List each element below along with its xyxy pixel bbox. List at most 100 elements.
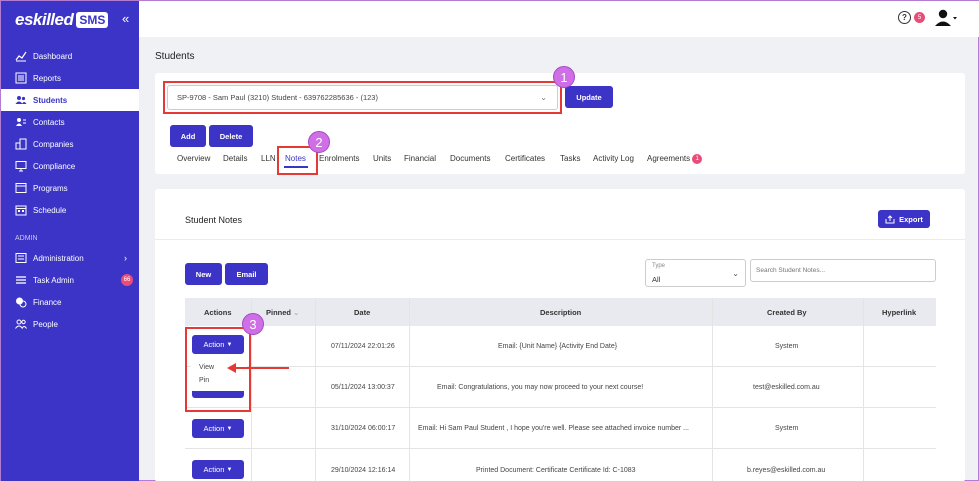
calendar-icon: [15, 204, 27, 216]
sidebar-item-label: Administration: [33, 253, 84, 263]
logo-text: eskilled: [15, 10, 74, 29]
note-created-by: test@eskilled.com.au: [753, 384, 820, 391]
notes-table-header: Actions Pinned ⌄ Date Description Create…: [185, 298, 936, 326]
table-row: 29/10/2024 12:16:14 Printed Document: Ce…: [185, 449, 936, 481]
sidebar-item-schedule[interactable]: Schedule: [1, 199, 139, 221]
sidebar-item-label: Companies: [33, 139, 74, 149]
topbar: ? 5: [139, 1, 979, 37]
user-avatar-icon: [935, 9, 957, 26]
note-date: 29/10/2024 12:16:14: [331, 467, 396, 474]
column-header-hyperlink: Hyperlink: [882, 308, 917, 317]
highlight-box: [163, 81, 562, 114]
contact-card-icon: [15, 116, 27, 128]
help-icon[interactable]: ?: [898, 11, 911, 24]
arrow-left-icon: [227, 363, 289, 373]
notification-badge: 5: [914, 12, 925, 23]
notes-divider: [155, 239, 965, 240]
column-header-pinned[interactable]: Pinned ⌄: [266, 308, 299, 317]
callout-badge: 2: [308, 131, 330, 153]
sidebar-section-admin: ADMIN: [15, 234, 38, 242]
export-button[interactable]: Export: [878, 210, 930, 228]
logo[interactable]: eskilled SMS: [15, 9, 109, 31]
delete-button[interactable]: Delete: [209, 125, 253, 147]
user-menu[interactable]: [934, 9, 958, 29]
table-row: 05/11/2024 13:00:37 Email: Congratulatio…: [185, 367, 936, 408]
export-label: Export: [899, 214, 923, 224]
sidebar-item-label: Schedule: [33, 205, 67, 215]
notes-title: Student Notes: [185, 215, 243, 225]
action-button[interactable]: Action ▼: [192, 419, 244, 438]
tab-agreements[interactable]: Agreements 1: [647, 154, 703, 164]
note-date: 31/10/2024 06:00:17: [331, 425, 396, 432]
settings-list-icon: [15, 252, 27, 264]
note-date: 05/11/2024 13:00:37: [331, 384, 395, 391]
sidebar-item-compliance[interactable]: Compliance: [1, 155, 139, 177]
tab-details[interactable]: Details: [223, 154, 247, 163]
sidebar-item-programs[interactable]: Programs: [1, 177, 139, 199]
type-filter-label: Type: [652, 263, 666, 269]
tab-agreements-label: Agreements: [647, 154, 691, 164]
action-label: Action: [203, 424, 225, 433]
sidebar-item-label: Compliance: [33, 161, 76, 171]
tab-certificates[interactable]: Certificates: [505, 154, 545, 163]
tab-tasks[interactable]: Tasks: [560, 154, 580, 163]
sidebar-item-people[interactable]: People: [1, 313, 139, 335]
sidebar-item-companies[interactable]: Companies: [1, 133, 139, 155]
tab-financial[interactable]: Financial: [404, 154, 436, 163]
coins-icon: [15, 296, 27, 308]
monitor-icon: [15, 160, 27, 172]
tab-documents[interactable]: Documents: [450, 154, 490, 163]
sidebar-item-task-admin[interactable]: Task Admin 66: [1, 269, 139, 291]
sidebar-item-label: Finance: [33, 297, 62, 307]
sidebar-item-reports[interactable]: Reports: [1, 67, 139, 89]
tab-units[interactable]: Units: [373, 154, 391, 163]
sidebar-item-label: Reports: [33, 73, 62, 83]
sidebar-item-administration[interactable]: Administration ›: [1, 247, 139, 269]
add-button[interactable]: Add: [170, 125, 206, 147]
agreements-badge: 1: [692, 154, 703, 164]
sidebar-item-finance[interactable]: Finance: [1, 291, 139, 313]
sidebar-item-label: Task Admin: [33, 275, 74, 285]
search-notes-input[interactable]: [750, 259, 936, 282]
users-icon: [15, 94, 27, 106]
type-filter-value: All: [652, 275, 661, 284]
note-created-by: System: [775, 343, 799, 350]
collapse-sidebar-icon[interactable]: «: [122, 11, 129, 26]
people-icon: [15, 318, 27, 330]
sidebar-item-dashboard[interactable]: Dashboard: [1, 45, 139, 67]
note-created-by: System: [775, 425, 799, 432]
tasks-icon: [15, 274, 27, 286]
new-note-button[interactable]: New: [185, 263, 222, 285]
callout-badge: 3: [242, 313, 264, 335]
table-row: 31/10/2024 06:00:17 Email: Hi Sam Paul S…: [185, 408, 936, 449]
update-button[interactable]: Update: [565, 86, 613, 108]
tab-lln[interactable]: LLN: [261, 154, 276, 163]
page-title: Students: [155, 51, 195, 62]
note-description: Email: {Unit Name} {Activity End Date}: [498, 343, 618, 350]
sidebar: eskilled SMS « Dashboard Reports Student…: [1, 1, 139, 481]
caret-down-icon: ▼: [226, 425, 233, 432]
note-description: Email: Congratulations, you may now proc…: [437, 384, 644, 391]
sidebar-item-label: Contacts: [33, 117, 65, 127]
email-button[interactable]: Email: [225, 263, 268, 285]
sidebar-item-contacts[interactable]: Contacts: [1, 111, 139, 133]
tab-activity-log[interactable]: Activity Log: [593, 154, 634, 163]
chevron-down-icon: ⌄: [732, 269, 739, 278]
tab-enrolments[interactable]: Enrolments: [319, 154, 359, 163]
task-admin-badge: 66: [121, 274, 133, 286]
column-header-date: Date: [354, 308, 371, 317]
report-icon: [15, 72, 27, 84]
sort-icon: ⌄: [293, 308, 300, 317]
logo-badge: SMS: [76, 12, 109, 28]
caret-down-icon: ▼: [226, 466, 233, 473]
action-label: Action: [203, 465, 225, 474]
note-description: Email: Hi Sam Paul Student , I hope you'…: [418, 425, 689, 432]
type-filter-select[interactable]: Type All ⌄: [645, 259, 746, 287]
note-date: 07/11/2024 22:01:26: [331, 343, 395, 350]
action-button[interactable]: Action ▼: [192, 460, 244, 479]
column-header-description: Description: [540, 308, 582, 317]
note-description: Printed Document: Certificate Certificat…: [476, 467, 636, 474]
sidebar-item-label: Students: [33, 95, 68, 105]
tab-overview[interactable]: Overview: [177, 154, 210, 163]
sidebar-item-students[interactable]: Students: [1, 89, 139, 111]
